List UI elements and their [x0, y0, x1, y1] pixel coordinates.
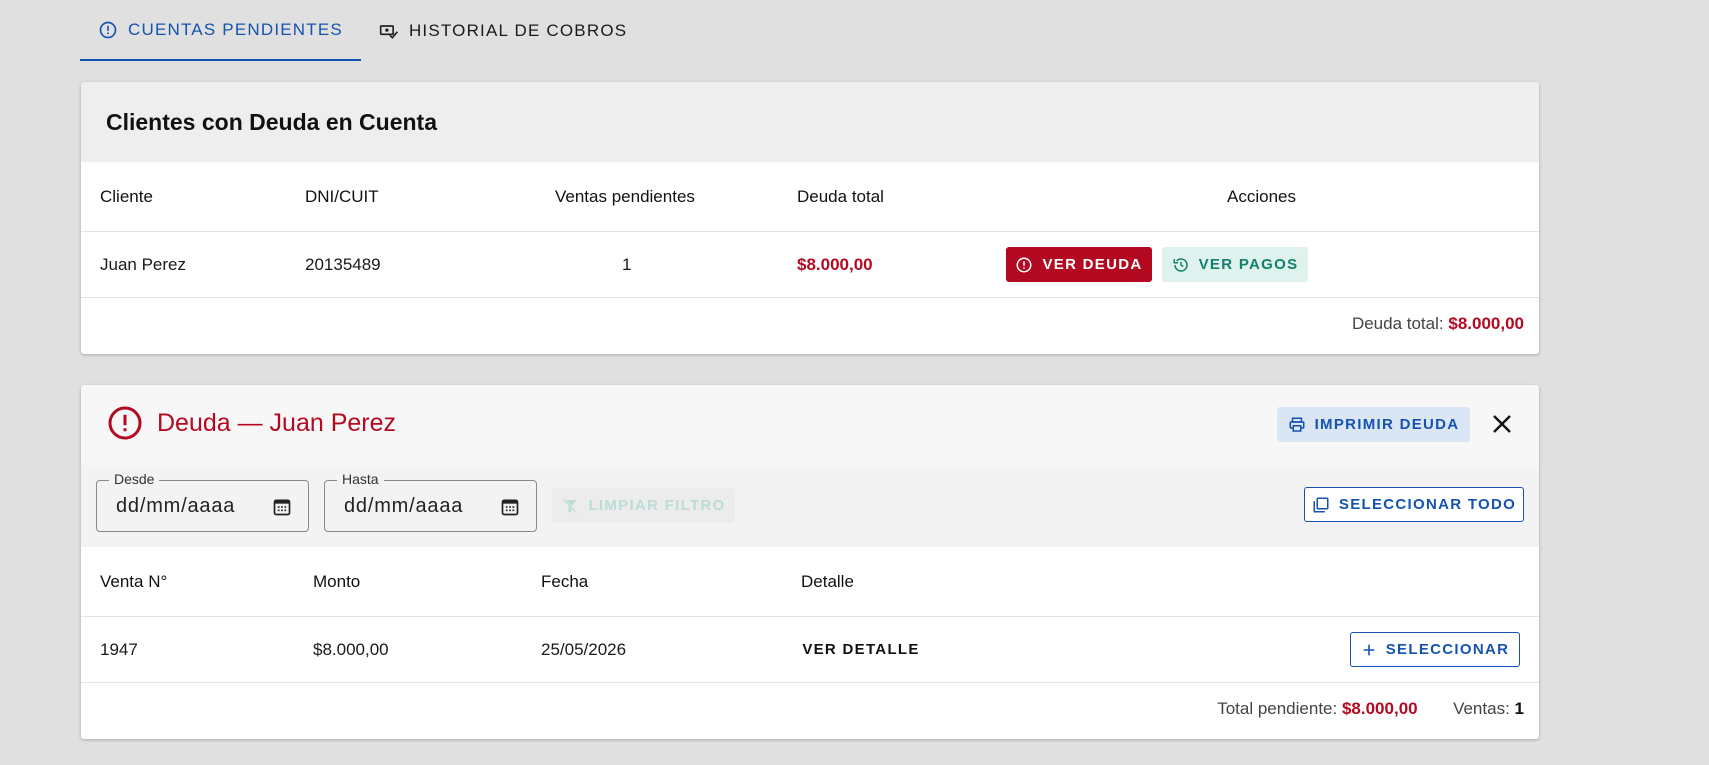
- alert-circle-icon: [107, 405, 143, 441]
- ver-detalle-button[interactable]: VER DETALLE: [801, 632, 921, 667]
- tab-cuentas-pendientes[interactable]: CUENTAS PENDIENTES: [80, 0, 361, 61]
- col-ventas: Ventas pendientes: [555, 186, 695, 206]
- debt-header: Deuda — Juan Perez IMPRIMIR DEUDA: [81, 385, 1539, 465]
- hasta-value: dd/mm/aaaa: [344, 495, 464, 517]
- alert-circle-icon: [98, 20, 118, 40]
- close-icon[interactable]: [1490, 412, 1514, 436]
- cell-dni: 20135489: [305, 254, 381, 274]
- debt-title: Deuda — Juan Perez: [107, 405, 396, 441]
- col-venta: Venta N°: [100, 571, 168, 591]
- select-all-icon: [1312, 496, 1330, 514]
- cell-deuda: $8.000,00: [797, 254, 873, 274]
- col-acciones: Acciones: [1227, 186, 1296, 206]
- history-icon: [1172, 256, 1190, 274]
- table-header: Venta N° Monto Fecha Detalle: [81, 547, 1539, 617]
- seleccionar-button[interactable]: SELECCIONAR: [1350, 632, 1520, 667]
- clients-debt-card: Clientes con Deuda en Cuenta Cliente DNI…: [81, 82, 1539, 354]
- tab-label: HISTORIAL DE COBROS: [408, 20, 628, 40]
- filter-off-icon: [561, 497, 579, 515]
- col-monto: Monto: [313, 571, 361, 591]
- filter-bar: Desde dd/mm/aaaa Hasta dd/mm/aaaa LIMPIA…: [81, 465, 1539, 547]
- footer-label: Deuda total:: [1351, 314, 1444, 333]
- cell-fecha: 25/05/2026: [541, 639, 627, 659]
- desde-value: dd/mm/aaaa: [116, 495, 236, 517]
- footer-count-label: Ventas:: [1453, 699, 1510, 718]
- col-cliente: Cliente: [100, 186, 153, 206]
- tab-label: CUENTAS PENDIENTES: [128, 19, 343, 39]
- footer-total-value: $8.000,00: [1341, 699, 1418, 718]
- cell-venta: 1947: [100, 639, 138, 659]
- tab-bar: CUENTAS PENDIENTES HISTORIAL DE COBROS: [80, 0, 645, 61]
- limpiar-filtro-button[interactable]: LIMPIAR FILTRO: [552, 488, 735, 523]
- alert-circle-icon: [1015, 256, 1033, 274]
- hasta-date-field[interactable]: Hasta dd/mm/aaaa: [324, 471, 537, 532]
- seleccionar-todo-button[interactable]: SELECCIONAR TODO: [1304, 487, 1524, 522]
- cell-ventas: 1: [622, 254, 632, 274]
- calendar-icon[interactable]: [500, 497, 520, 517]
- table-row: Juan Perez 20135489 1 $8.000,00 VER DEUD…: [81, 232, 1539, 298]
- table-row: 1947 $8.000,00 25/05/2026 VER DETALLE SE…: [81, 617, 1539, 683]
- col-detalle: Detalle: [801, 571, 854, 591]
- ver-pagos-button[interactable]: VER PAGOS: [1162, 247, 1308, 282]
- debt-detail-card: Deuda — Juan Perez IMPRIMIR DEUDA Desde …: [81, 385, 1539, 739]
- footer-count-value: 1: [1514, 699, 1524, 718]
- footer-total-label: Total pendiente:: [1217, 699, 1338, 718]
- table-header: Cliente DNI/CUIT Ventas pendientes Deuda…: [81, 162, 1539, 232]
- printer-icon: [1288, 416, 1306, 434]
- footer-deuda-total: Deuda total: $8.000,00: [1352, 314, 1524, 334]
- imprimir-deuda-button[interactable]: IMPRIMIR DEUDA: [1277, 407, 1470, 442]
- cell-monto: $8.000,00: [313, 639, 389, 659]
- desde-label: Desde: [109, 471, 160, 487]
- col-deuda: Deuda total: [797, 186, 884, 206]
- col-fecha: Fecha: [541, 571, 589, 591]
- plus-icon: [1361, 642, 1377, 658]
- card-title: Clientes con Deuda en Cuenta: [81, 82, 1539, 162]
- footer-value: $8.000,00: [1448, 314, 1524, 333]
- cell-cliente: Juan Perez: [100, 254, 186, 274]
- calendar-icon[interactable]: [272, 497, 292, 517]
- desde-date-field[interactable]: Desde dd/mm/aaaa: [96, 471, 309, 532]
- cash-check-icon: [379, 21, 399, 41]
- ver-deuda-button[interactable]: VER DEUDA: [1006, 247, 1152, 282]
- tab-historial-de-cobros[interactable]: HISTORIAL DE COBROS: [361, 0, 645, 61]
- hasta-label: Hasta: [337, 471, 384, 487]
- col-dni: DNI/CUIT: [305, 186, 379, 206]
- debt-footer: Total pendiente: $8.000,00 Ventas: 1: [1217, 699, 1524, 719]
